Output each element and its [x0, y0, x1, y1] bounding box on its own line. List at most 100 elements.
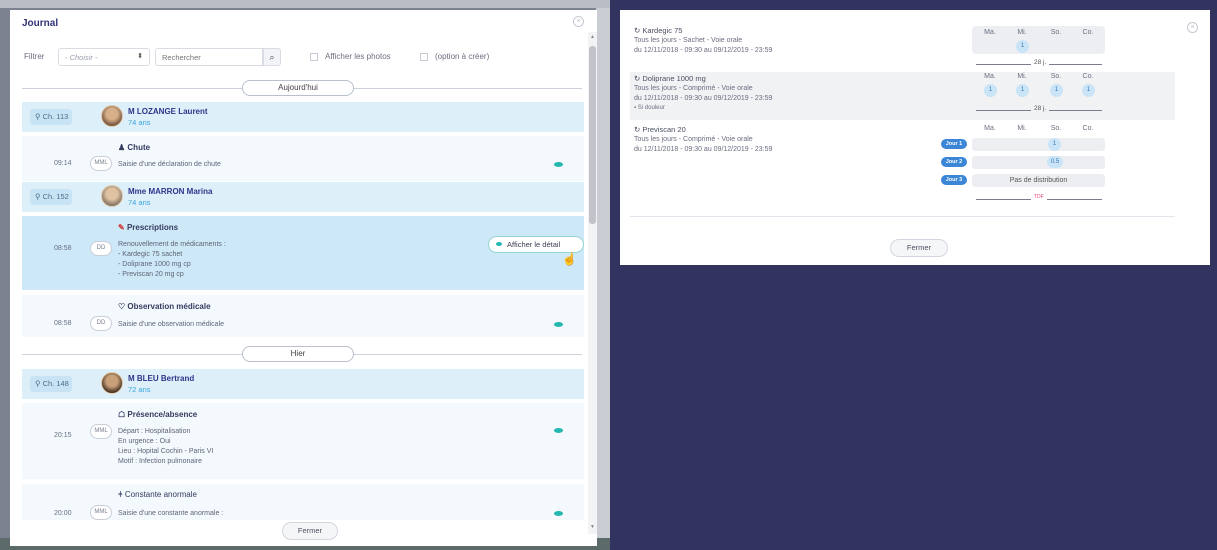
event-text: Saisie d'une déclaration de chute: [118, 161, 221, 168]
day-header: So.: [1050, 29, 1062, 36]
med-name-text: Previscan 20: [642, 125, 686, 134]
event-title-text: Chute: [127, 143, 151, 152]
day-header: Ma.: [984, 29, 996, 36]
med-dates: du 12/11/2018 - 09:30 au 09/12/2019 - 23…: [634, 95, 773, 102]
eye-icon[interactable]: [554, 511, 563, 516]
close-button[interactable]: Fermer: [282, 522, 338, 540]
event-text: Départ : Hospitalisation En urgence : Ou…: [118, 427, 213, 467]
journal-event: ǂ Constante anormale 20:00 MML Saisie d'…: [22, 484, 584, 520]
background-strip: [0, 0, 610, 8]
med-name-text: Doliprane 1000 mg: [642, 74, 706, 83]
scroll-down-icon[interactable]: ▼: [588, 524, 597, 530]
renew-icon: ↻: [634, 125, 641, 134]
event-title-text: Prescriptions: [126, 223, 179, 232]
patient-row[interactable]: ⚲ Ch. 113 M LOZANGE Laurent 74 ans: [22, 102, 584, 132]
patient-name: Mme MARRON Marina: [128, 187, 213, 196]
event-line: - Kardegic 75 sachet: [118, 251, 183, 258]
event-line: - Doliprane 1000 mg cp: [118, 261, 191, 268]
day-header: Co.: [1082, 29, 1094, 36]
event-title: ✎ Prescriptions: [118, 223, 178, 232]
medication-item: ↻ Previscan 20 Tous les jours - Comprimé…: [630, 122, 1175, 212]
journal-event: ♡ Observation médicale 08:58 DD Saisie d…: [22, 295, 584, 337]
filter-select[interactable]: - Choisir - ⬍: [58, 48, 150, 66]
day-badge: Jour 1: [941, 139, 967, 149]
room-label: Ch. 113: [42, 112, 69, 121]
medication-item: ↻ Doliprane 1000 mg Tous les jours - Com…: [630, 72, 1175, 120]
event-line: Lieu : Hopital Cochin - Paris VI: [118, 448, 214, 455]
day-header: Co.: [1082, 73, 1094, 80]
journal-title: Journal: [22, 18, 59, 29]
event-line: Renouvellement de médicaments :: [118, 241, 226, 248]
day-header: Co.: [1082, 125, 1094, 132]
eye-icon[interactable]: [554, 322, 563, 327]
close-icon[interactable]: ×: [1187, 22, 1198, 33]
author-badge: DD: [90, 241, 112, 256]
journal-event: ♟ Chute 09:14 MML Saisie d'une déclarati…: [22, 136, 584, 181]
med-name: ↻ Doliprane 1000 mg: [634, 74, 706, 83]
journal-event[interactable]: ✎ Prescriptions 08:58 DD Renouvellement …: [22, 216, 584, 290]
journal-event: ☖ Présence/absence 20:15 MML Départ : Ho…: [22, 403, 584, 479]
hand-cursor-icon: ☝: [562, 252, 577, 266]
show-detail-label: Afficher le détail: [507, 240, 561, 249]
med-name: ↻ Kardegic 75: [634, 26, 682, 35]
option-label: (option à créer): [435, 52, 490, 61]
option-checkbox[interactable]: [420, 53, 428, 61]
scrollbar[interactable]: ▲ ▼: [588, 32, 597, 534]
section-yesterday: Hier: [242, 346, 354, 362]
event-time: 09:14: [54, 160, 72, 167]
scrollbar-thumb[interactable]: [589, 46, 596, 224]
search-input[interactable]: [155, 48, 263, 66]
dose-row: 0.5: [972, 156, 1105, 169]
event-time: 20:15: [54, 432, 72, 439]
med-schedule: Tous les jours - Sachet - Voie orale: [634, 37, 743, 44]
event-text: Saisie d'une observation médicale: [118, 321, 225, 328]
med-name-text: Kardegic 75: [642, 26, 683, 35]
patient-age: 72 ans: [128, 385, 151, 394]
section-today: Aujourd'hui: [242, 80, 354, 96]
event-time: 08:58: [54, 245, 72, 252]
patient-age: 74 ans: [128, 118, 151, 127]
event-title: ♡ Observation médicale: [118, 302, 211, 311]
dose-grid: Ma. Mi. So. Co. 1: [972, 26, 1105, 54]
filter-select-value: - Choisir -: [65, 53, 98, 62]
event-title-text: Observation médicale: [127, 302, 211, 311]
room-label: Ch. 152: [42, 192, 69, 201]
scroll-up-icon[interactable]: ▲: [588, 34, 597, 40]
day-header: Mi.: [1017, 73, 1027, 80]
med-name: ↻ Previscan 20: [634, 125, 686, 134]
day-badge: Jour 3: [941, 175, 967, 185]
avatar: [101, 105, 123, 127]
event-line: Départ : Hospitalisation: [118, 428, 191, 435]
thermometer-icon: ǂ: [118, 490, 123, 499]
patient-row[interactable]: ⚲ Ch. 152 Mme MARRON Marina 74 ans: [22, 182, 584, 212]
event-time: 08:58: [54, 320, 72, 327]
period-label: 28 j.: [1031, 59, 1050, 66]
event-line: En urgence : Oui: [118, 438, 171, 445]
event-title: ǂ Constante anormale: [118, 490, 197, 499]
patient-row[interactable]: ⚲ Ch. 148 M BLEU Bertrand 72 ans: [22, 369, 584, 399]
close-icon[interactable]: ×: [573, 16, 584, 27]
background-side: [596, 8, 610, 550]
journal-modal: Journal × Filtrer - Choisir - ⬍ ⌕ Affich…: [10, 10, 597, 546]
room-badge: ⚲ Ch. 152: [30, 189, 72, 205]
dose-chip: 1: [1082, 84, 1095, 97]
event-line: Motif : Infection pulmonaire: [118, 458, 203, 465]
day-header: Ma.: [984, 125, 996, 132]
day-badge: Jour 2: [941, 157, 967, 167]
close-button[interactable]: Fermer: [890, 239, 948, 257]
show-photos-checkbox[interactable]: [310, 53, 318, 61]
show-detail-button[interactable]: Afficher le détail: [488, 236, 584, 253]
show-photos-label: Afficher les photos: [325, 52, 391, 61]
day-header: Mi.: [1017, 29, 1027, 36]
patient-age: 74 ans: [128, 198, 151, 207]
search-icon[interactable]: ⌕: [263, 48, 281, 66]
dose-chip: 1: [984, 84, 997, 97]
eye-icon[interactable]: [554, 162, 563, 167]
renew-icon: ↻: [634, 26, 641, 35]
eye-icon[interactable]: [554, 428, 563, 433]
dose-chip: 1: [1016, 84, 1029, 97]
author-badge: MML: [90, 156, 112, 171]
filter-label: Filtrer: [24, 52, 45, 61]
med-note: ▪ Si douleur: [634, 105, 665, 111]
event-title-text: Présence/absence: [127, 410, 198, 419]
